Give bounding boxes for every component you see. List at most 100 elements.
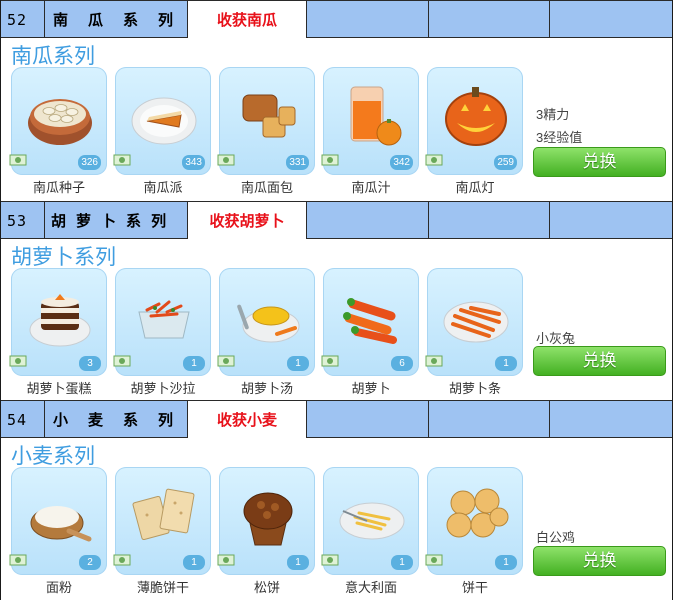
section-header: 54 小 麦 系 列 收获小麦 xyxy=(1,400,672,438)
exchange-button[interactable]: 兑换 xyxy=(533,147,666,177)
item-card[interactable]: 3 xyxy=(9,268,107,376)
item-card[interactable]: 259 xyxy=(425,67,523,175)
money-icon xyxy=(9,554,27,566)
item-card[interactable]: 1 xyxy=(321,467,419,575)
section-name-char: 系 xyxy=(123,11,139,29)
header-cell-empty xyxy=(429,202,550,239)
money-icon xyxy=(9,355,27,367)
harvest-label: 收获小麦 xyxy=(188,401,307,438)
money-icon xyxy=(113,355,131,367)
item-count-badge: 343 xyxy=(182,155,205,170)
harvest-label: 收获南瓜 xyxy=(188,1,307,38)
money-icon xyxy=(217,554,235,566)
money-icon xyxy=(425,355,443,367)
money-icon xyxy=(113,554,131,566)
pumpkin-juice-icon xyxy=(350,86,402,146)
requirement-text: 白公鸡 xyxy=(536,530,576,545)
section-number: 52 xyxy=(1,1,45,38)
item-card[interactable]: 1 xyxy=(217,268,315,376)
section-name-char: 卜 xyxy=(101,212,117,230)
section-name-char: 系 xyxy=(123,411,139,429)
biscuits-icon xyxy=(446,488,509,538)
item-label: 胡萝卜蛋糕 xyxy=(26,381,92,396)
pumpkin-bread-icon xyxy=(242,94,296,138)
section-name: 南 瓜 系 列 xyxy=(45,1,188,38)
item-label: 南瓜派 xyxy=(143,180,183,195)
item-label: 面粉 xyxy=(45,580,72,595)
money-icon xyxy=(113,154,131,166)
section-pumpkin: 52 南 瓜 系 列 收获南瓜 南瓜系列 326 南瓜种子 343 南瓜派 33… xyxy=(1,0,672,201)
money-icon xyxy=(9,154,27,166)
carrot-soup-icon xyxy=(237,304,300,343)
item-card[interactable]: 2 xyxy=(9,467,107,575)
item-count-badge: 2 xyxy=(79,555,101,570)
section-name: 小 麦 系 列 xyxy=(45,401,188,438)
section-name: 胡 萝 卜 系 列 xyxy=(45,202,188,239)
section-carrot: 53 胡 萝 卜 系 列 收获胡萝卜 胡萝卜系列 3 胡萝卜蛋糕 1 胡萝卜沙拉… xyxy=(1,201,672,400)
item-label: 胡萝卜沙拉 xyxy=(130,381,196,396)
item-count-badge: 1 xyxy=(287,555,309,570)
item-count-badge: 259 xyxy=(494,155,517,170)
item-count-badge: 326 xyxy=(78,155,101,170)
item-count-badge: 1 xyxy=(391,555,413,570)
section-number: 53 xyxy=(1,202,45,239)
harvest-label: 收获胡萝卜 xyxy=(188,202,307,239)
pumpkin-pie-icon xyxy=(131,97,197,145)
header-cell-empty xyxy=(550,401,672,438)
section-name-char: 萝 xyxy=(76,212,92,230)
section-header: 52 南 瓜 系 列 收获南瓜 xyxy=(1,0,672,38)
carrot-salad-icon xyxy=(138,300,190,339)
item-count-badge: 1 xyxy=(495,555,517,570)
section-number: 54 xyxy=(1,401,45,438)
item-card[interactable]: 331 xyxy=(217,67,315,175)
header-cell-empty xyxy=(307,202,429,239)
item-card[interactable]: 1 xyxy=(217,467,315,575)
pasta-icon xyxy=(339,502,405,540)
section-name-char: 列 xyxy=(158,11,174,29)
carrot-sticks-icon xyxy=(443,301,509,343)
section-name-char: 麦 xyxy=(88,411,104,429)
item-label: 南瓜灯 xyxy=(455,180,495,195)
section-name-char: 南 xyxy=(53,11,69,29)
item-count-badge: 1 xyxy=(287,356,309,371)
item-count-badge: 3 xyxy=(79,356,101,371)
section-name-char: 胡 xyxy=(51,212,67,230)
item-card[interactable]: 1 xyxy=(113,467,211,575)
item-label: 胡萝卜 xyxy=(351,381,391,396)
exchange-button[interactable]: 兑换 xyxy=(533,346,666,376)
muffin-icon xyxy=(243,492,293,546)
item-card[interactable]: 1 xyxy=(113,268,211,376)
item-label: 胡萝卜条 xyxy=(448,381,501,396)
money-icon xyxy=(425,554,443,566)
section-title: 胡萝卜系列 xyxy=(11,246,116,269)
section-body: 小麦系列 2 面粉 1 薄脆饼干 1 松饼 1 意大利面 1 饼干 白公鸡 兑换 xyxy=(1,438,672,600)
header-cell-empty xyxy=(550,202,672,239)
section-name-char: 瓜 xyxy=(88,11,104,29)
section-body: 胡萝卜系列 3 胡萝卜蛋糕 1 胡萝卜沙拉 1 胡萝卜汤 6 胡萝卜 1 胡萝卜… xyxy=(1,239,672,400)
header-cell-empty xyxy=(429,1,550,38)
header-cell-empty xyxy=(307,1,429,38)
item-card[interactable]: 1 xyxy=(425,268,523,376)
section-name-char: 列 xyxy=(158,411,174,429)
section-title: 南瓜系列 xyxy=(11,45,95,68)
exchange-button[interactable]: 兑换 xyxy=(533,546,666,576)
item-label: 意大利面 xyxy=(344,580,397,595)
money-icon xyxy=(321,355,339,367)
section-title: 小麦系列 xyxy=(11,445,95,468)
money-icon xyxy=(217,154,235,166)
money-icon xyxy=(321,554,339,566)
requirement-text: 小灰兔 xyxy=(536,331,576,346)
requirement-text: 3经验值 xyxy=(536,130,583,145)
item-card[interactable]: 1 xyxy=(425,467,523,575)
item-label: 胡萝卜汤 xyxy=(240,381,293,396)
item-count-badge: 1 xyxy=(183,356,205,371)
item-card[interactable]: 6 xyxy=(321,268,419,376)
jack-o-lantern-icon xyxy=(445,87,507,146)
item-count-badge: 1 xyxy=(183,555,205,570)
money-icon xyxy=(321,154,339,166)
item-card[interactable]: 342 xyxy=(321,67,419,175)
item-count-badge: 6 xyxy=(391,356,413,371)
carrot-cake-icon xyxy=(29,294,91,347)
item-card[interactable]: 326 xyxy=(9,67,107,175)
item-card[interactable]: 343 xyxy=(113,67,211,175)
